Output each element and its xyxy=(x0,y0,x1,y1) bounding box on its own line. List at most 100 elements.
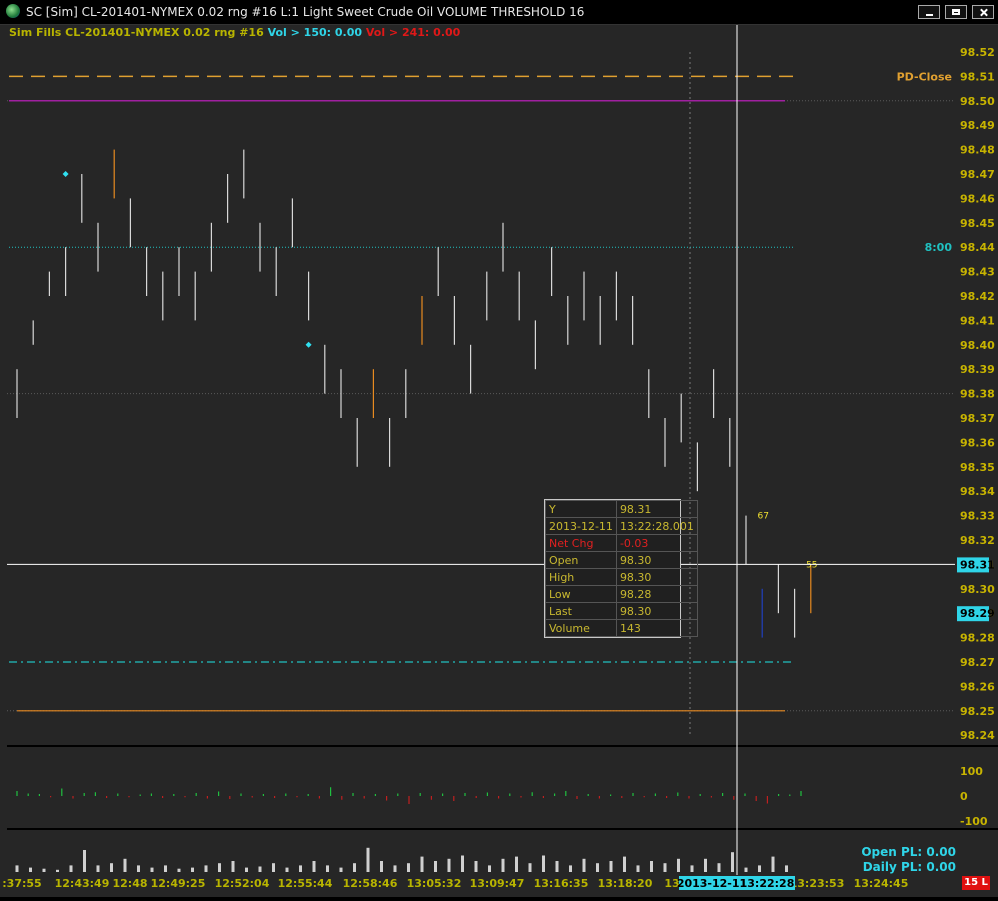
volume-bar xyxy=(218,863,221,872)
price-chart-area[interactable]: PD-Close 8:00 67 55 98.52 98.51 98.50 98.49 98.4… xyxy=(0,25,998,897)
y-axis-tick-label: 98.26 xyxy=(960,680,995,693)
volume-bar xyxy=(461,855,464,872)
minimize-icon[interactable] xyxy=(918,5,940,19)
delta-axis-tick-label: 0 xyxy=(960,790,968,803)
volume-bar xyxy=(245,867,248,872)
volume-bar xyxy=(528,863,532,872)
data-window-row: Net Chg -0.03 xyxy=(545,534,698,552)
data-window-value: -0.03 xyxy=(615,534,698,552)
x-axis-tick-label: :37:55 xyxy=(2,877,41,890)
volume-bar xyxy=(717,863,721,872)
data-window-row: Y 98.31 xyxy=(545,500,698,518)
data-window-label: Low xyxy=(545,585,617,603)
volume-bar xyxy=(636,865,640,872)
volume-bar xyxy=(191,867,194,872)
y-axis-tick-label: 98.28 xyxy=(960,632,995,645)
x-axis-tick-label: 13:18:20 xyxy=(598,877,653,890)
y-axis-tick-label: 98.27 xyxy=(960,656,995,669)
x-axis-tick-label: 13:24:45 xyxy=(854,877,909,890)
bar-volume-label: 55 xyxy=(806,560,817,570)
study-legend: Sim Fills CL-201401-NYMEX 0.02 rng #16 V… xyxy=(9,26,460,39)
volume-bar xyxy=(339,867,343,872)
volume-bar xyxy=(623,856,626,872)
y-axis-tick-label: 98.37 xyxy=(960,412,995,425)
data-window-value: 98.31 xyxy=(615,500,698,518)
volume-bar xyxy=(56,869,59,872)
volume-bar xyxy=(164,865,167,872)
y-axis-tick-label: 98.44 xyxy=(960,241,995,254)
volume-bar xyxy=(407,863,410,872)
data-window-label: Open xyxy=(545,551,617,569)
y-axis-tick-label: 98.52 xyxy=(960,46,995,59)
delta-axis-tick-label: 100 xyxy=(960,765,983,778)
data-window-row: 2013-12-11 13:22:28.001 xyxy=(545,517,698,535)
data-window-row: Last 98.30 xyxy=(545,602,698,620)
x-axis-tick-label: 13:23:53 xyxy=(790,877,845,890)
volume-bar xyxy=(204,865,208,872)
daily-pl: Daily PL: 0.00 xyxy=(862,860,956,874)
volume-bar xyxy=(137,865,140,872)
x-axis-tick-label: 12:43:49 xyxy=(55,877,110,890)
x-axis-tick-label: 12:52:04 xyxy=(215,877,270,890)
volume-bar xyxy=(69,865,73,872)
volume-bar xyxy=(704,858,707,872)
y-axis-tick-label: 98.49 xyxy=(960,119,995,132)
y-axis-tick-label: 98.40 xyxy=(960,339,995,352)
volume-bar xyxy=(596,863,599,872)
position-badge: 15 L xyxy=(962,876,990,890)
y-axis-tick-label: 98.25 xyxy=(960,705,995,718)
y-axis-tick-label: 98.36 xyxy=(960,436,995,449)
y-axis-tick-label: 98.51 xyxy=(960,70,995,83)
data-window-label: 2013-12-11 xyxy=(545,517,617,535)
pd-close-label: PD-Close xyxy=(897,70,952,83)
volume-bar xyxy=(83,850,86,872)
volume-bar xyxy=(609,861,613,872)
volume-bar xyxy=(582,858,586,872)
volume-bar xyxy=(272,863,275,872)
volume-bar xyxy=(123,858,127,872)
volume-bar xyxy=(650,861,653,872)
x-axis-tick-label: 12:48 xyxy=(112,877,147,890)
data-window-value: 13:22:28.001 xyxy=(615,517,698,535)
title-bar[interactable]: SC [Sim] CL-201401-NYMEX 0.02 rng #16 L:… xyxy=(0,0,998,25)
volume-bar xyxy=(663,863,667,872)
volume-bar xyxy=(366,847,370,872)
session-time-label: 8:00 xyxy=(925,241,953,254)
volume-bar xyxy=(15,865,19,872)
data-window-label: Volume xyxy=(545,619,617,637)
y-axis-tick-label: 98.48 xyxy=(960,144,995,157)
pl-readout: Open PL: 0.00 Daily PL: 0.00 xyxy=(860,845,956,875)
data-window-label: Y xyxy=(545,500,617,518)
data-window-value: 98.30 xyxy=(615,602,698,620)
y-axis-tick-label: 98.50 xyxy=(960,95,995,108)
close-icon[interactable] xyxy=(972,5,994,19)
volume-bar xyxy=(515,856,518,872)
fill-marker-diamond xyxy=(305,341,312,348)
x-axis-tick-label: 13:09:47 xyxy=(470,877,525,890)
volume-bar xyxy=(258,866,262,872)
volume-bar xyxy=(299,865,302,872)
volume-bar xyxy=(785,865,788,872)
maximize-icon[interactable] xyxy=(945,5,967,19)
data-window-value: 98.30 xyxy=(615,568,698,586)
chart-canvas[interactable]: PD-Close 8:00 67 55 98.52 98.51 98.50 98.49 98.4… xyxy=(0,25,998,897)
delta-axis-tick-label: -100 xyxy=(960,815,988,828)
volume-bar xyxy=(285,867,289,872)
y-axis-tick-label: 98.42 xyxy=(960,290,995,303)
volume-bar xyxy=(744,867,748,872)
y-axis-tick-label: 98.41 xyxy=(960,314,995,327)
data-window-label: Net Chg xyxy=(545,534,617,552)
data-window-label: Last xyxy=(545,602,617,620)
y-axis-tick-label: 98.33 xyxy=(960,510,995,523)
volume-bar xyxy=(393,865,397,872)
volume-bar xyxy=(326,865,329,872)
data-window-value: 98.28 xyxy=(615,585,698,603)
volume-bar xyxy=(231,861,235,872)
y-axis-tick-label: 98.43 xyxy=(960,266,995,279)
window-title: SC [Sim] CL-201401-NYMEX 0.02 rng #16 L:… xyxy=(26,5,585,19)
data-window-label: High xyxy=(545,568,617,586)
legend-study: Sim Fills CL-201401-NYMEX 0.02 rng #16 xyxy=(9,26,264,39)
volume-bar xyxy=(96,865,100,872)
globe-icon xyxy=(6,4,20,18)
volume-bar xyxy=(447,858,451,872)
